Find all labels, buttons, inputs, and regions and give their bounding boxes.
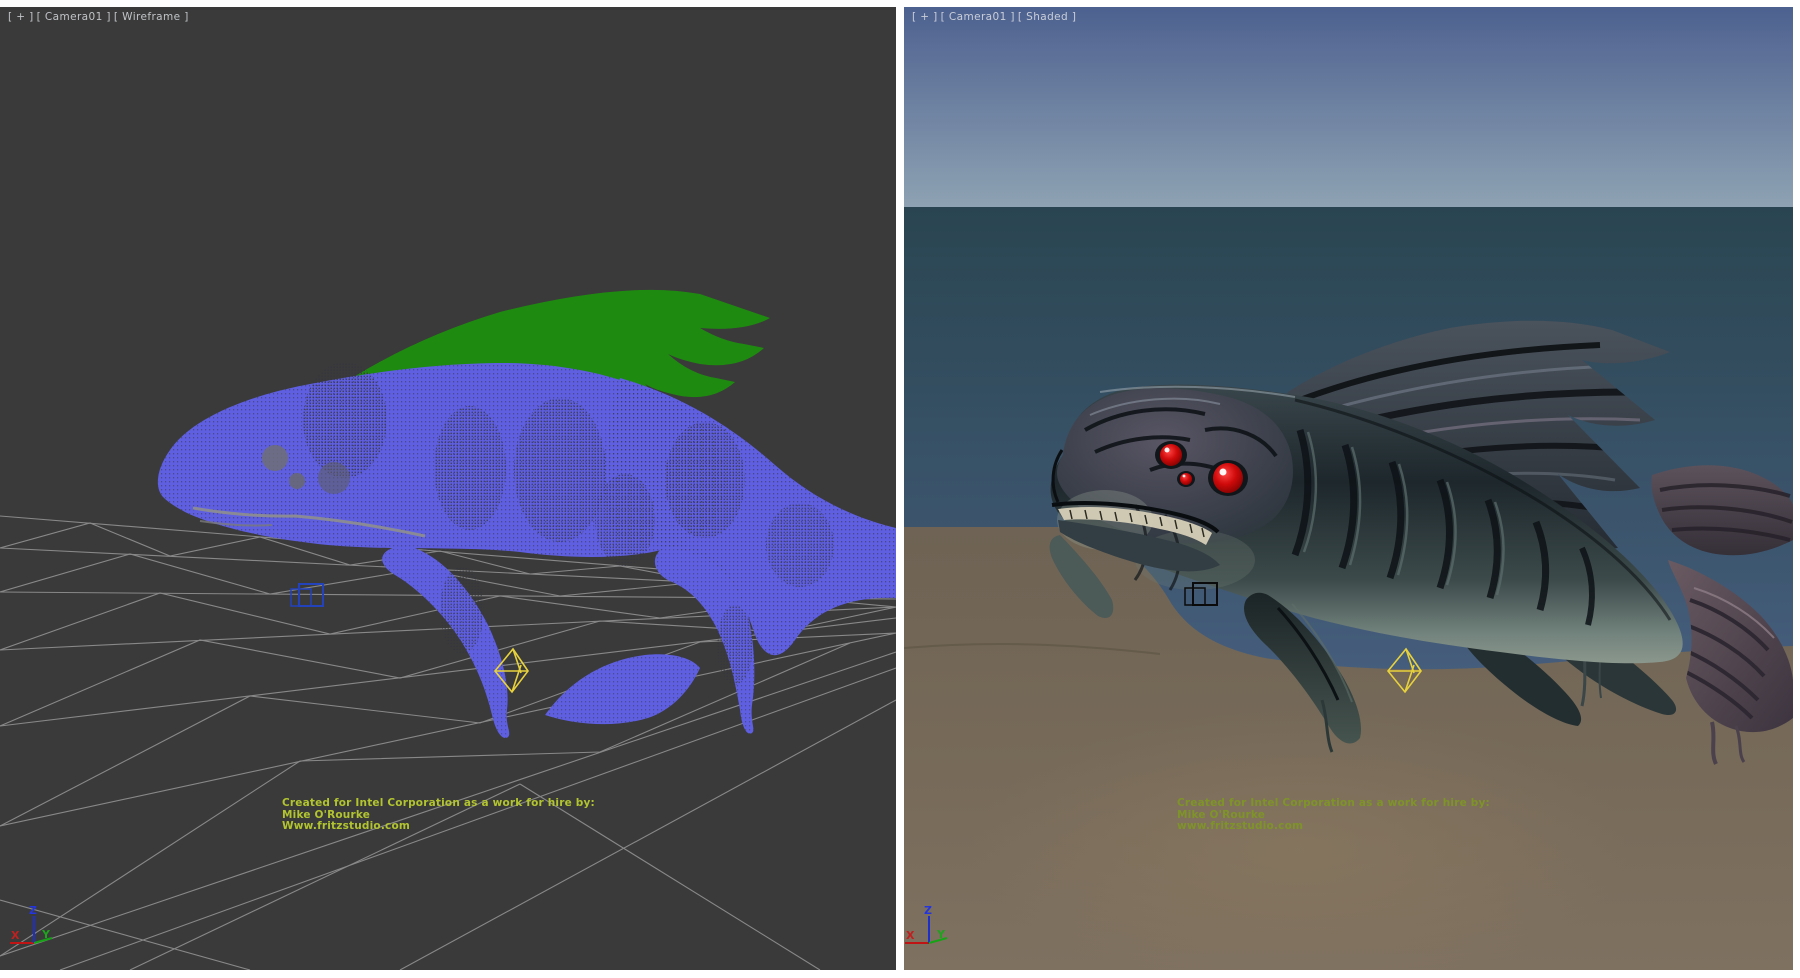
sky — [904, 7, 1793, 207]
viewport-menu-shading[interactable]: [ Wireframe ] — [114, 11, 189, 23]
viewport-canvas: X Z Y [ + ][ Camera01 ][ Wireframe ] Cre… — [0, 0, 1800, 978]
viewport-wireframe[interactable]: X Z Y [ + ][ Camera01 ][ Wireframe ] Cre… — [0, 7, 896, 970]
viewport-menu-camera[interactable]: [ Camera01 ] — [941, 11, 1015, 23]
viewport-menu-general[interactable]: [ + ] — [912, 11, 938, 23]
axis-x-label: X — [11, 929, 20, 942]
axis-z-label: Z — [924, 904, 932, 917]
watermark-line: Created for Intel Corporation as a work … — [1177, 798, 1490, 810]
red-eye — [1180, 473, 1192, 485]
viewport-menu-general[interactable]: [ + ] — [8, 11, 34, 23]
watermark-line: Www.fritzstudio.com — [282, 821, 595, 833]
red-eye — [1160, 444, 1182, 466]
axis-y-label: Y — [936, 928, 946, 941]
red-eye — [1213, 463, 1243, 493]
viewport-menu-camera[interactable]: [ Camera01 ] — [37, 11, 111, 23]
scene-watermark: Created for Intel Corporation as a work … — [1177, 798, 1490, 833]
viewport-shaded[interactable]: X Z Y [ + ][ Camera01 ][ Shaded ] Create… — [904, 7, 1793, 970]
watermark-line: www.fritzstudio.com — [1177, 821, 1490, 833]
watermark-line: Created for Intel Corporation as a work … — [282, 798, 595, 810]
axis-y-label: Y — [41, 928, 51, 941]
viewport-menu-shading[interactable]: [ Shaded ] — [1018, 11, 1076, 23]
viewport-splitter[interactable] — [896, 7, 904, 970]
viewport-label-shaded: [ + ][ Camera01 ][ Shaded ] — [912, 11, 1079, 23]
axis-z-label: Z — [29, 904, 37, 917]
viewport-label-wireframe: [ + ][ Camera01 ][ Wireframe ] — [8, 11, 192, 23]
axis-x-label: X — [906, 929, 915, 942]
scene-watermark: Created for Intel Corporation as a work … — [282, 798, 595, 833]
